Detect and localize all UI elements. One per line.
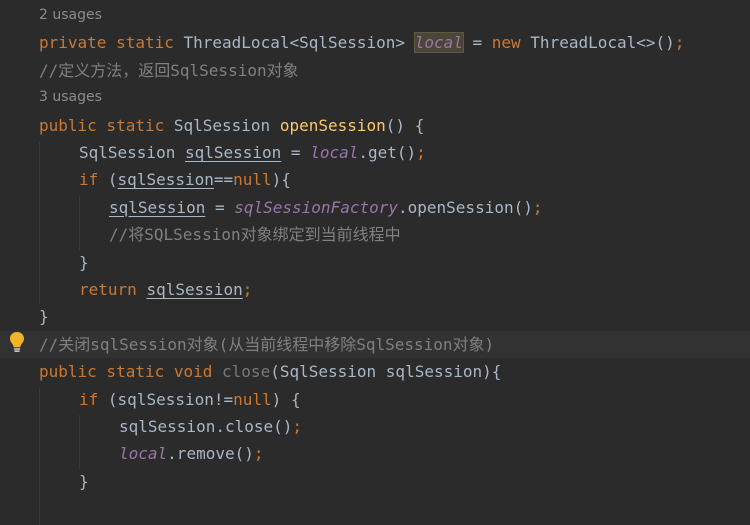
code-token: ; [253,444,264,464]
code-text: //定义方法，返回SqlSession对象 [39,57,299,84]
code-text: sqlSession.close(); [119,413,302,440]
code-token: if [79,170,108,190]
code-token: ; [674,33,685,53]
code-token: sqlSession [146,280,243,299]
code-token: sqlSession [184,143,282,162]
code-token: ; [532,197,543,217]
code-text: public static SqlSession openSession() { [39,112,424,139]
code-line[interactable]: SqlSession sqlSession = local.get(); [0,139,750,166]
usages-hint[interactable]: 2 usages [39,2,102,29]
code-text: private static ThreadLocal<SqlSession> l… [39,29,684,56]
code-token: new [491,33,531,53]
code-token: (sqlSession!= [107,389,234,409]
code-text: if (sqlSession==null){ [79,166,291,193]
code-token: .openSession() [398,197,533,217]
code-token: == [213,170,234,190]
code-token: //将SQLSession对象绑定到当前线程中 [109,225,401,245]
code-token: sqlSession.close() [119,417,293,436]
code-token: SqlSession [173,115,280,135]
code-token: = [205,197,235,217]
code-token: local [413,32,464,54]
code-line[interactable]: } [0,249,750,276]
code-line[interactable]: public static SqlSession openSession() { [0,112,750,139]
code-token: null [233,389,272,409]
code-token: } [79,471,89,491]
code-line[interactable]: if (sqlSession!=null) { [0,386,750,413]
code-token: //关闭sqlSession对象(从当前线程中移除SqlSession对象) [39,334,495,354]
code-token: return [79,280,147,299]
code-token: } [79,252,89,272]
code-text: } [79,468,89,495]
code-token: private static [39,33,184,53]
code-token: ; [242,280,253,299]
code-token: () { [385,115,425,135]
code-line[interactable]: if (sqlSession==null){ [0,166,750,193]
code-text: return sqlSession; [79,276,252,303]
code-token: close [222,362,271,382]
code-token: sqlSession [117,170,214,190]
code-line[interactable]: local.remove(); [0,440,750,467]
code-token: ){ [271,170,291,190]
code-token: local [119,444,168,464]
code-token: sqlSession [109,197,206,217]
code-line[interactable]: private static ThreadLocal<SqlSession> l… [0,29,750,56]
code-token: .remove() [167,444,254,464]
code-line[interactable]: public static void close(SqlSession sqlS… [0,358,750,385]
code-line[interactable]: } [0,468,750,495]
code-token: public static [39,115,174,135]
code-line[interactable]: return sqlSession; [0,276,750,303]
code-token: ( [107,170,118,190]
code-token: sqlSessionFactory [234,197,398,217]
code-token: } [39,307,49,327]
code-line[interactable]: } [0,303,750,330]
lightbulb-icon[interactable] [9,331,25,353]
code-line[interactable]: //关闭sqlSession对象(从当前线程中移除SqlSession对象) [0,330,750,358]
usages-hint-line[interactable]: 2 usages [0,2,750,29]
code-text: } [79,249,89,276]
code-token: = [281,143,311,162]
code-text: if (sqlSession!=null) { [79,386,301,413]
code-line[interactable]: sqlSession.close(); [0,413,750,440]
code-token: ) { [271,389,301,409]
code-token: if [79,389,108,409]
code-text: public static void close(SqlSession sqlS… [39,358,501,385]
code-token: (SqlSession sqlSession){ [270,362,502,382]
code-text: sqlSession = sqlSessionFactory.openSessi… [109,194,543,221]
code-editor[interactable]: 2 usages private static ThreadLocal<SqlSe… [0,0,750,525]
code-token: null [233,170,272,190]
code-text: //关闭sqlSession对象(从当前线程中移除SqlSession对象) [39,331,494,358]
code-token: ; [416,143,426,162]
code-text: SqlSession sqlSession = local.get(); [79,139,426,166]
code-token: local [310,143,359,162]
code-token: ; [292,417,303,436]
code-token: //定义方法，返回SqlSession对象 [39,60,299,80]
code-token: .get() [358,143,417,162]
code-token: = [462,33,492,53]
code-token: ThreadLocal<>() [530,33,675,53]
code-token: ThreadLocal<SqlSession> [183,33,415,53]
code-text: } [39,303,49,330]
code-token: SqlSession [79,143,185,162]
code-token: public static void [39,362,223,382]
code-line[interactable]: sqlSession = sqlSessionFactory.openSessi… [0,194,750,221]
usages-hint[interactable]: 3 usages [39,84,102,111]
code-text: local.remove(); [119,440,264,467]
code-line[interactable]: //定义方法，返回SqlSession对象 [0,57,750,84]
code-text: //将SQLSession对象绑定到当前线程中 [109,221,401,248]
usages-hint-line[interactable]: 3 usages [0,84,750,111]
code-token: openSession [279,115,386,135]
code-line[interactable]: //将SQLSession对象绑定到当前线程中 [0,221,750,248]
